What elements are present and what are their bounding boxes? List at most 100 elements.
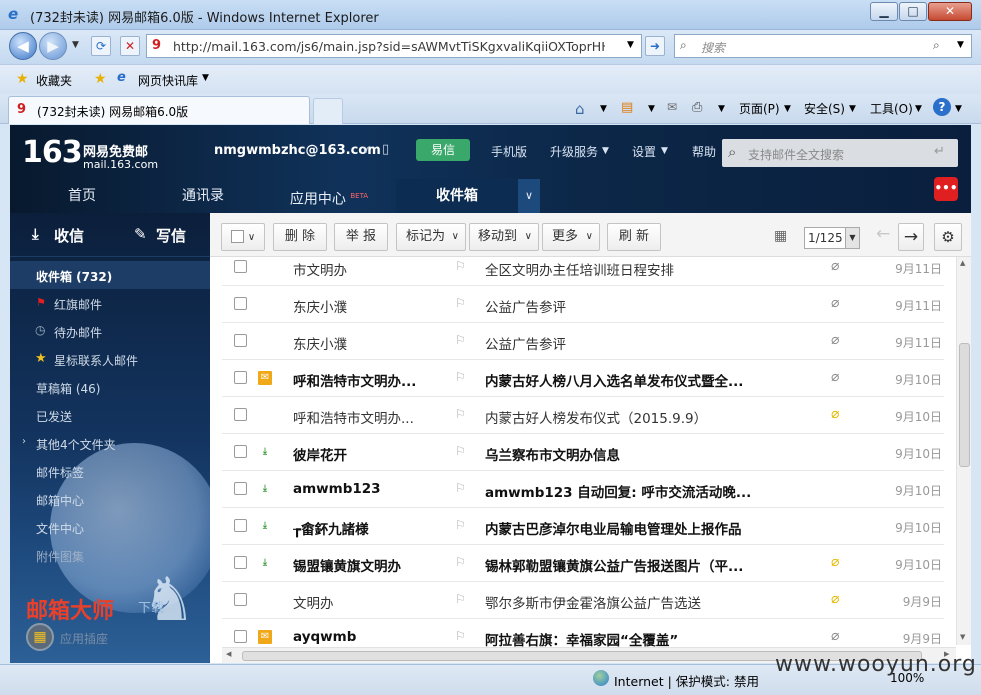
settings-dropdown-icon[interactable]: ▼ [661,146,668,156]
message-checkbox[interactable] [234,482,247,495]
more-apps-button[interactable]: ••• [934,177,958,201]
new-tab-button[interactable] [313,98,343,124]
folder-drafts[interactable]: 草稿箱 (46) [36,380,100,397]
flag-icon[interactable]: ⚐ [455,481,466,495]
message-checkbox[interactable] [234,260,247,273]
forward-button[interactable]: ▶ [39,32,67,60]
print-icon[interactable]: ⎙ [692,100,702,115]
yixin-button[interactable]: 易信 [416,139,470,161]
help-link[interactable]: 帮助 [692,143,716,160]
account-name[interactable]: nmgwmbzhc@163.com [214,143,381,158]
address-bar[interactable]: 9 http://mail.163.com/js6/main.jsp?sid=s… [146,34,642,58]
select-dropdown-icon[interactable]: ∨ [248,232,255,243]
mailbox-center[interactable]: 邮箱中心 [36,492,84,509]
safety-menu[interactable]: 安全(S) [804,100,845,117]
folder-flagged[interactable]: 红旗邮件 [54,296,102,313]
message-row[interactable]: 市文明办 ⚐ 全区文明办主任培训班日程安排 ⌀ 9月11日 [222,257,944,286]
browser-search-box[interactable]: ⌕ 搜索 ⌕ ▼ [674,34,972,58]
message-subject[interactable]: 乌兰察布市文明办信息 [485,444,815,464]
address-dropdown-icon[interactable]: ▼ [627,40,634,50]
tab-contacts[interactable]: 通讯录 [144,179,262,213]
upgrade-service-link[interactable]: 升级服务 [550,143,598,160]
message-subject[interactable]: 公益广告参评 [485,296,815,316]
message-checkbox[interactable] [234,445,247,458]
scroll-left-icon[interactable]: ◀ [226,650,231,658]
more-button[interactable]: 更多 ∨ [542,223,600,251]
address-text[interactable]: http://mail.163.com/js6/main.jsp?sid=sAW… [173,39,605,54]
help-dropdown-icon[interactable]: ▼ [955,104,962,114]
flag-icon[interactable]: ⚐ [455,333,466,347]
report-button[interactable]: 举 报 [334,223,388,251]
message-subject[interactable]: 全区文明办主任培训班日程安排 [485,259,815,279]
folder-starred[interactable]: 星标联系人邮件 [54,352,138,369]
message-sender[interactable]: 文明办 [293,592,443,612]
minimize-button[interactable]: ▁ [870,2,898,21]
go-button[interactable]: ➜ [645,36,665,56]
message-subject[interactable]: 内蒙古好人榜八月入选名单发布仪式暨全... [485,370,815,390]
message-sender[interactable]: 呼和浩特市文明办... [293,370,443,390]
message-checkbox[interactable] [234,593,247,606]
search-go-icon[interactable]: ⌕ [933,38,940,53]
mail-master-download[interactable]: 下载 [138,597,164,616]
upgrade-dropdown-icon[interactable]: ▼ [602,146,609,156]
home-icon[interactable]: ⌂ [575,100,585,118]
message-checkbox[interactable] [234,297,247,310]
message-checkbox[interactable] [234,408,247,421]
tab-app-center[interactable]: 应用中心 BETA [264,179,394,213]
tab-inbox[interactable]: 收件箱 [396,179,518,213]
message-row[interactable]: 东庆小濮 ⚐ 公益广告参评 ⌀ 9月11日 [222,286,944,323]
message-checkbox[interactable] [234,371,247,384]
prev-page-icon[interactable]: ← [876,224,890,244]
message-row[interactable]: ✉ 呼和浩特市文明办... ⚐ 内蒙古好人榜八月入选名单发布仪式暨全... ⌀ 9月10日 [222,360,944,397]
mobile-version-link[interactable]: 手机版 [491,143,527,160]
help-icon[interactable]: ? [933,98,951,116]
message-subject[interactable]: 内蒙古好人榜发布仪式（2015.9.9） [485,407,815,427]
mail-search-box[interactable]: ⌕ 支持邮件全文搜索 ↵ [722,139,958,167]
message-sender[interactable]: 东庆小濮 [293,296,443,316]
message-subject[interactable]: 内蒙古巴彦淖尔电业局输电管理处上报作品 [485,518,815,538]
message-row[interactable]: 文明办 ⚐ 鄂尔多斯市伊金霍洛旗公益广告选送 ⌀ 9月9日 [222,582,944,619]
security-zone[interactable]: Internet | 保护模式: 禁用 [614,671,759,690]
refresh-icon[interactable]: ⟳ [91,36,111,56]
logo-163[interactable]: 163 [22,135,83,170]
page-select[interactable]: 1/125 ▼ [804,227,860,249]
folder-inbox-row[interactable]: 收件箱 (732) [10,261,210,289]
message-subject[interactable]: 公益广告参评 [485,333,815,353]
enter-icon[interactable]: ↵ [934,144,945,159]
feeds-icon[interactable]: ▤ [621,100,633,115]
close-button[interactable]: ✕ [928,2,972,21]
message-subject[interactable]: 阿拉善右旗：幸福家园“全覆盖” [485,629,815,647]
history-dropdown-icon[interactable]: ▼ [72,40,79,50]
page-menu-dropdown-icon[interactable]: ▼ [784,104,791,114]
settings-link[interactable]: 设置 [632,143,656,160]
message-row[interactable]: ⤓ ┲畬鈈九諸様 ⚐ 内蒙古巴彦淖尔电业局输电管理处上报作品 9月10日 [222,508,944,545]
bottom-label[interactable]: 应用插座 [60,630,108,647]
message-sender[interactable]: 锡盟镶黄旗文明办 [293,555,443,575]
scroll-up-icon[interactable]: ▲ [960,259,965,267]
mail-master-brand[interactable]: 邮箱大师 [26,593,114,625]
mail-icon[interactable]: ✉ [667,100,677,114]
mark-as-button[interactable]: 标记为 ∨ [396,223,466,251]
refresh-button[interactable]: 刷 新 [607,223,661,251]
flag-icon[interactable]: ⚐ [455,518,466,532]
home-dropdown-icon[interactable]: ▼ [600,104,607,114]
attachment-gallery[interactable]: 附件图集 [36,548,84,565]
back-button[interactable]: ◀ [9,32,37,60]
flag-icon[interactable]: ⚐ [455,444,466,458]
message-sender[interactable]: ┲畬鈈九諸様 [293,518,443,538]
message-row[interactable]: ⤓ 锡盟镶黄旗文明办 ⚐ 锡林郭勒盟镶黄旗公益广告报送图片（平... ⌀ 9月10日 [222,545,944,582]
message-sender[interactable]: amwmb123 [293,481,443,497]
calendar-icon[interactable]: ▦ [774,228,787,244]
settings-gear-icon[interactable]: ⚙ [934,223,962,251]
message-checkbox[interactable] [234,519,247,532]
app-grid-icon[interactable]: ▦ [26,623,54,651]
flag-icon[interactable]: ⚐ [455,555,466,569]
tools-menu-dropdown-icon[interactable]: ▼ [915,104,922,114]
vertical-scroll-thumb[interactable] [959,343,970,467]
add-favorite-icon[interactable]: ★ [94,71,107,87]
safety-menu-dropdown-icon[interactable]: ▼ [849,104,856,114]
move-to-button[interactable]: 移动到 ∨ [469,223,539,251]
message-subject[interactable]: 鄂尔多斯市伊金霍洛旗公益广告选送 [485,592,815,612]
folder-inbox[interactable]: 收件箱 (732) [36,268,112,285]
flag-icon[interactable]: ⚐ [455,370,466,384]
